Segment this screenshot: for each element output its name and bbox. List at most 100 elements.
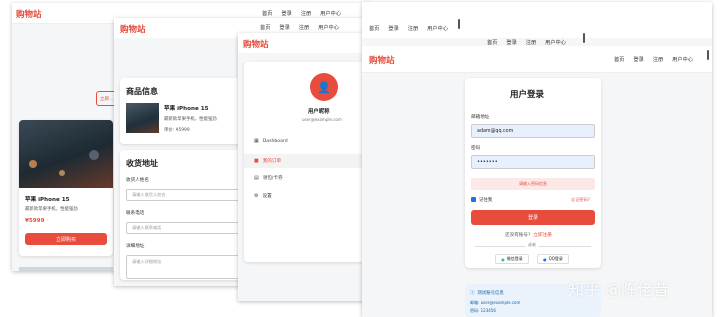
- product-desc: 最新款苹果手机，性能强劲: [164, 117, 217, 122]
- nav-home[interactable]: 首页: [262, 10, 272, 17]
- error-text: 请输入密码信息: [519, 181, 547, 186]
- nav-login[interactable]: 登录: [633, 56, 643, 63]
- window-user-center: 购物站 👤 用户昵称 user@example.com ▦ Dashboard ■…: [238, 33, 372, 301]
- footer-strip: [19, 267, 113, 271]
- top-nav: 首页 登录 注册 用户中心: [262, 10, 341, 17]
- wechat-icon: ●: [501, 256, 505, 262]
- window-login: 首页 登录 注册 用户中心 首页 登录 注册 用户中心 购物站 首页 登录 注册…: [362, 2, 712, 317]
- email-label: 邮箱地址: [471, 115, 490, 120]
- brand-logo[interactable]: 购物站: [369, 54, 395, 66]
- wechat-login-button[interactable]: ● 微信登录: [495, 254, 529, 264]
- user-email: user@example.com: [302, 117, 342, 122]
- top-nav-2: 首页 登录 注册 用户中心: [487, 39, 566, 46]
- test-email: 邮箱: user@example.com: [470, 300, 521, 305]
- product-image[interactable]: [19, 120, 113, 188]
- password-value: •••••••: [477, 159, 498, 165]
- product-card: 苹果 iPhone 15 最新款苹果手机，性能强劲 ¥5999 立即购买: [19, 120, 113, 256]
- login-button[interactable]: 登录: [471, 210, 595, 225]
- address-field[interactable]: 请输入详细地址: [126, 255, 256, 279]
- scrollbar-thumb[interactable]: [583, 33, 585, 43]
- product-desc: 最新款苹果手机，性能强劲: [25, 207, 78, 212]
- coupon-icon: ▤: [254, 175, 259, 181]
- forgot-password-link[interactable]: 忘记密码?: [571, 197, 590, 203]
- avatar[interactable]: 👤: [310, 73, 338, 101]
- menu-item-settings[interactable]: ⚙ 设置: [254, 193, 272, 199]
- section-title: 商品信息: [126, 87, 158, 96]
- test-account-title: ⓘ 测试账号信息: [470, 290, 504, 296]
- brand-logo[interactable]: 购物站: [243, 38, 269, 50]
- nav-user-center[interactable]: 用户中心: [545, 39, 566, 46]
- nav-user-center[interactable]: 用户中心: [672, 56, 693, 63]
- email-field[interactable]: adam@qq.com: [471, 124, 595, 138]
- qq-login-button[interactable]: ● QQ登录: [537, 254, 569, 264]
- email-value: adam@qq.com: [477, 128, 514, 134]
- test-title-text: 测试账号信息: [477, 291, 504, 296]
- register-link[interactable]: 立即注册: [533, 232, 551, 238]
- login-title: 用户登录: [510, 90, 545, 100]
- product-name: 苹果 iPhone 15: [164, 106, 209, 112]
- menu-label: Dashboard: [262, 138, 288, 144]
- menu-label: 设置: [262, 194, 272, 199]
- menu-label: 领包/卡券: [262, 176, 283, 181]
- field-placeholder: 请输入联系电话: [132, 225, 162, 230]
- nav-register[interactable]: 注册: [653, 56, 663, 63]
- top-nav: 首页 登录 注册 用户中心: [369, 25, 448, 32]
- field-label: 详细地址: [126, 244, 145, 249]
- dashboard-icon: ▦: [254, 138, 259, 144]
- field-label: 联系电话: [126, 211, 145, 216]
- navbar-top: [362, 2, 712, 38]
- scrollbar-thumb[interactable]: [458, 19, 460, 29]
- bokeh-light: [89, 150, 99, 160]
- nav-register[interactable]: 注册: [408, 25, 418, 32]
- product-name[interactable]: 苹果 iPhone 15: [25, 195, 70, 203]
- wechat-label: 微信登录: [506, 256, 523, 261]
- remember-label[interactable]: 记住我: [479, 197, 492, 203]
- nav-login[interactable]: 登录: [279, 24, 289, 31]
- bokeh-light: [59, 170, 65, 176]
- field-label: 收货人姓名: [126, 178, 149, 183]
- orders-icon: ■: [254, 158, 259, 164]
- nav-login[interactable]: 登录: [388, 25, 398, 32]
- user-icon: 👤: [317, 80, 331, 94]
- menu-label: 我的订单: [262, 159, 282, 164]
- profile-card: 👤 用户昵称 user@example.com ▦ Dashboard ■ 我的订单…: [244, 62, 372, 262]
- nav-user-center[interactable]: 用户中心: [427, 25, 448, 32]
- password-field[interactable]: •••••••: [471, 155, 595, 169]
- nav-register[interactable]: 注册: [301, 10, 311, 17]
- settings-icon: ⚙: [254, 193, 259, 199]
- menu-item-coupons[interactable]: ▤ 领包/卡券: [254, 175, 283, 181]
- menu-item-orders[interactable]: ■ 我的订单: [244, 154, 372, 168]
- section-title: 收货地址: [126, 159, 158, 168]
- buy-now-button[interactable]: 立即购买: [25, 233, 107, 245]
- nav-home[interactable]: 首页: [369, 25, 379, 32]
- nav-login[interactable]: 登录: [506, 39, 516, 46]
- nav-home[interactable]: 首页: [260, 24, 270, 31]
- nav-user-center[interactable]: 用户中心: [320, 10, 341, 17]
- nav-register[interactable]: 注册: [299, 24, 309, 31]
- register-prompt: 还没有账号? 立即注册: [505, 232, 552, 238]
- field-placeholder: 请输入收货人姓名: [132, 192, 166, 197]
- qq-label: QQ登录: [548, 256, 563, 261]
- login-card: 用户登录 邮箱地址 adam@qq.com 密码 ••••••• 请输入密码信息…: [465, 78, 601, 268]
- brand-logo[interactable]: 购物站: [120, 23, 146, 35]
- remember-checkbox[interactable]: [471, 197, 476, 202]
- product-thumbnail[interactable]: [126, 103, 159, 133]
- phone-field[interactable]: 请输入联系电话: [126, 222, 256, 234]
- brand-logo[interactable]: 购物站: [16, 8, 42, 20]
- login-button-label: 登录: [527, 215, 538, 221]
- field-placeholder: 请输入详细地址: [132, 259, 162, 264]
- menu-item-dashboard[interactable]: ▦ Dashboard: [254, 138, 288, 144]
- nav-login[interactable]: 登录: [281, 10, 291, 17]
- user-nickname: 用户昵称: [308, 109, 330, 115]
- nav-home[interactable]: 首页: [487, 39, 497, 46]
- partial-button-label: 立即...: [100, 96, 114, 102]
- main-nav: 首页 登录 注册 用户中心: [614, 56, 693, 63]
- info-icon: ⓘ: [470, 291, 475, 296]
- nav-register[interactable]: 注册: [526, 39, 536, 46]
- nav-home[interactable]: 首页: [614, 56, 624, 63]
- or-text: 或者: [526, 242, 538, 248]
- scrollbar-thumb[interactable]: [707, 50, 709, 60]
- nav-user-center[interactable]: 用户中心: [318, 24, 339, 31]
- product-price: 单价: ¥5999: [164, 128, 190, 133]
- name-field[interactable]: 请输入收货人姓名: [126, 189, 256, 201]
